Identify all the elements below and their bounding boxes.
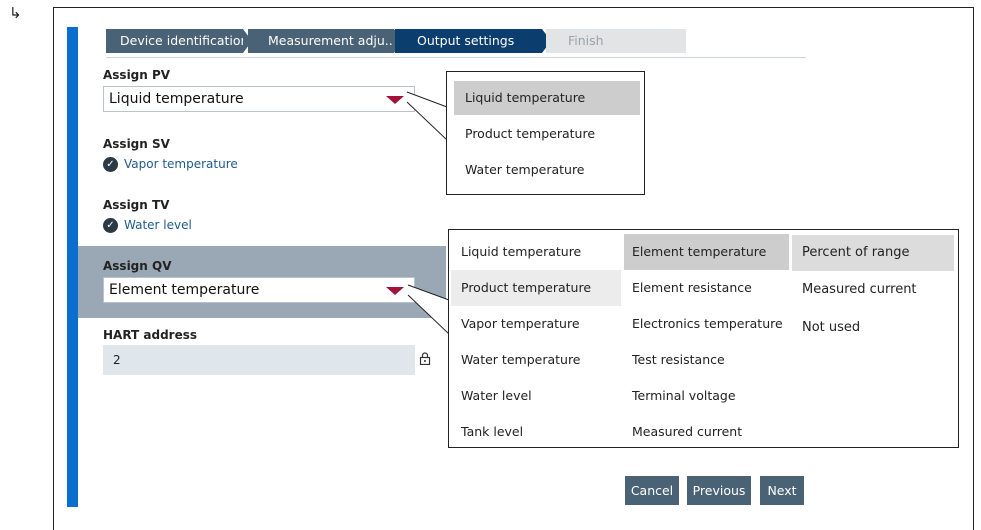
qv-option[interactable]: Percent of range bbox=[792, 235, 954, 271]
qv-option[interactable]: Measured current bbox=[792, 272, 954, 308]
qv-option[interactable]: Test resistance bbox=[624, 342, 789, 378]
pv-option[interactable]: Liquid temperature bbox=[454, 81, 640, 115]
pv-dropdown-list: Liquid temperature Product temperature W… bbox=[446, 71, 645, 195]
qv-option[interactable]: Element temperature bbox=[624, 234, 789, 270]
pv-option[interactable]: Product temperature bbox=[454, 117, 640, 151]
qv-option[interactable]: Water temperature bbox=[451, 342, 621, 378]
qv-option[interactable]: Measured current bbox=[624, 414, 789, 450]
cancel-button[interactable]: Cancel bbox=[625, 476, 679, 505]
qv-option[interactable]: Element resistance bbox=[624, 270, 789, 306]
qv-option[interactable]: Product temperature bbox=[451, 270, 621, 306]
qv-option[interactable]: Terminal voltage bbox=[624, 378, 789, 414]
qv-option[interactable]: Liquid temperature bbox=[451, 234, 621, 270]
qv-dropdown-list: Liquid temperature Product temperature V… bbox=[448, 229, 959, 448]
pv-option[interactable]: Water temperature bbox=[454, 153, 640, 187]
next-button[interactable]: Next bbox=[760, 476, 804, 505]
qv-option[interactable]: Electronics temperature bbox=[624, 306, 789, 342]
qv-option[interactable]: Vapor temperature bbox=[451, 306, 621, 342]
previous-button[interactable]: Previous bbox=[687, 476, 751, 505]
qv-option[interactable]: Not used bbox=[792, 310, 954, 346]
qv-option[interactable]: Tank level bbox=[451, 414, 621, 450]
qv-option[interactable]: Water level bbox=[451, 378, 621, 414]
